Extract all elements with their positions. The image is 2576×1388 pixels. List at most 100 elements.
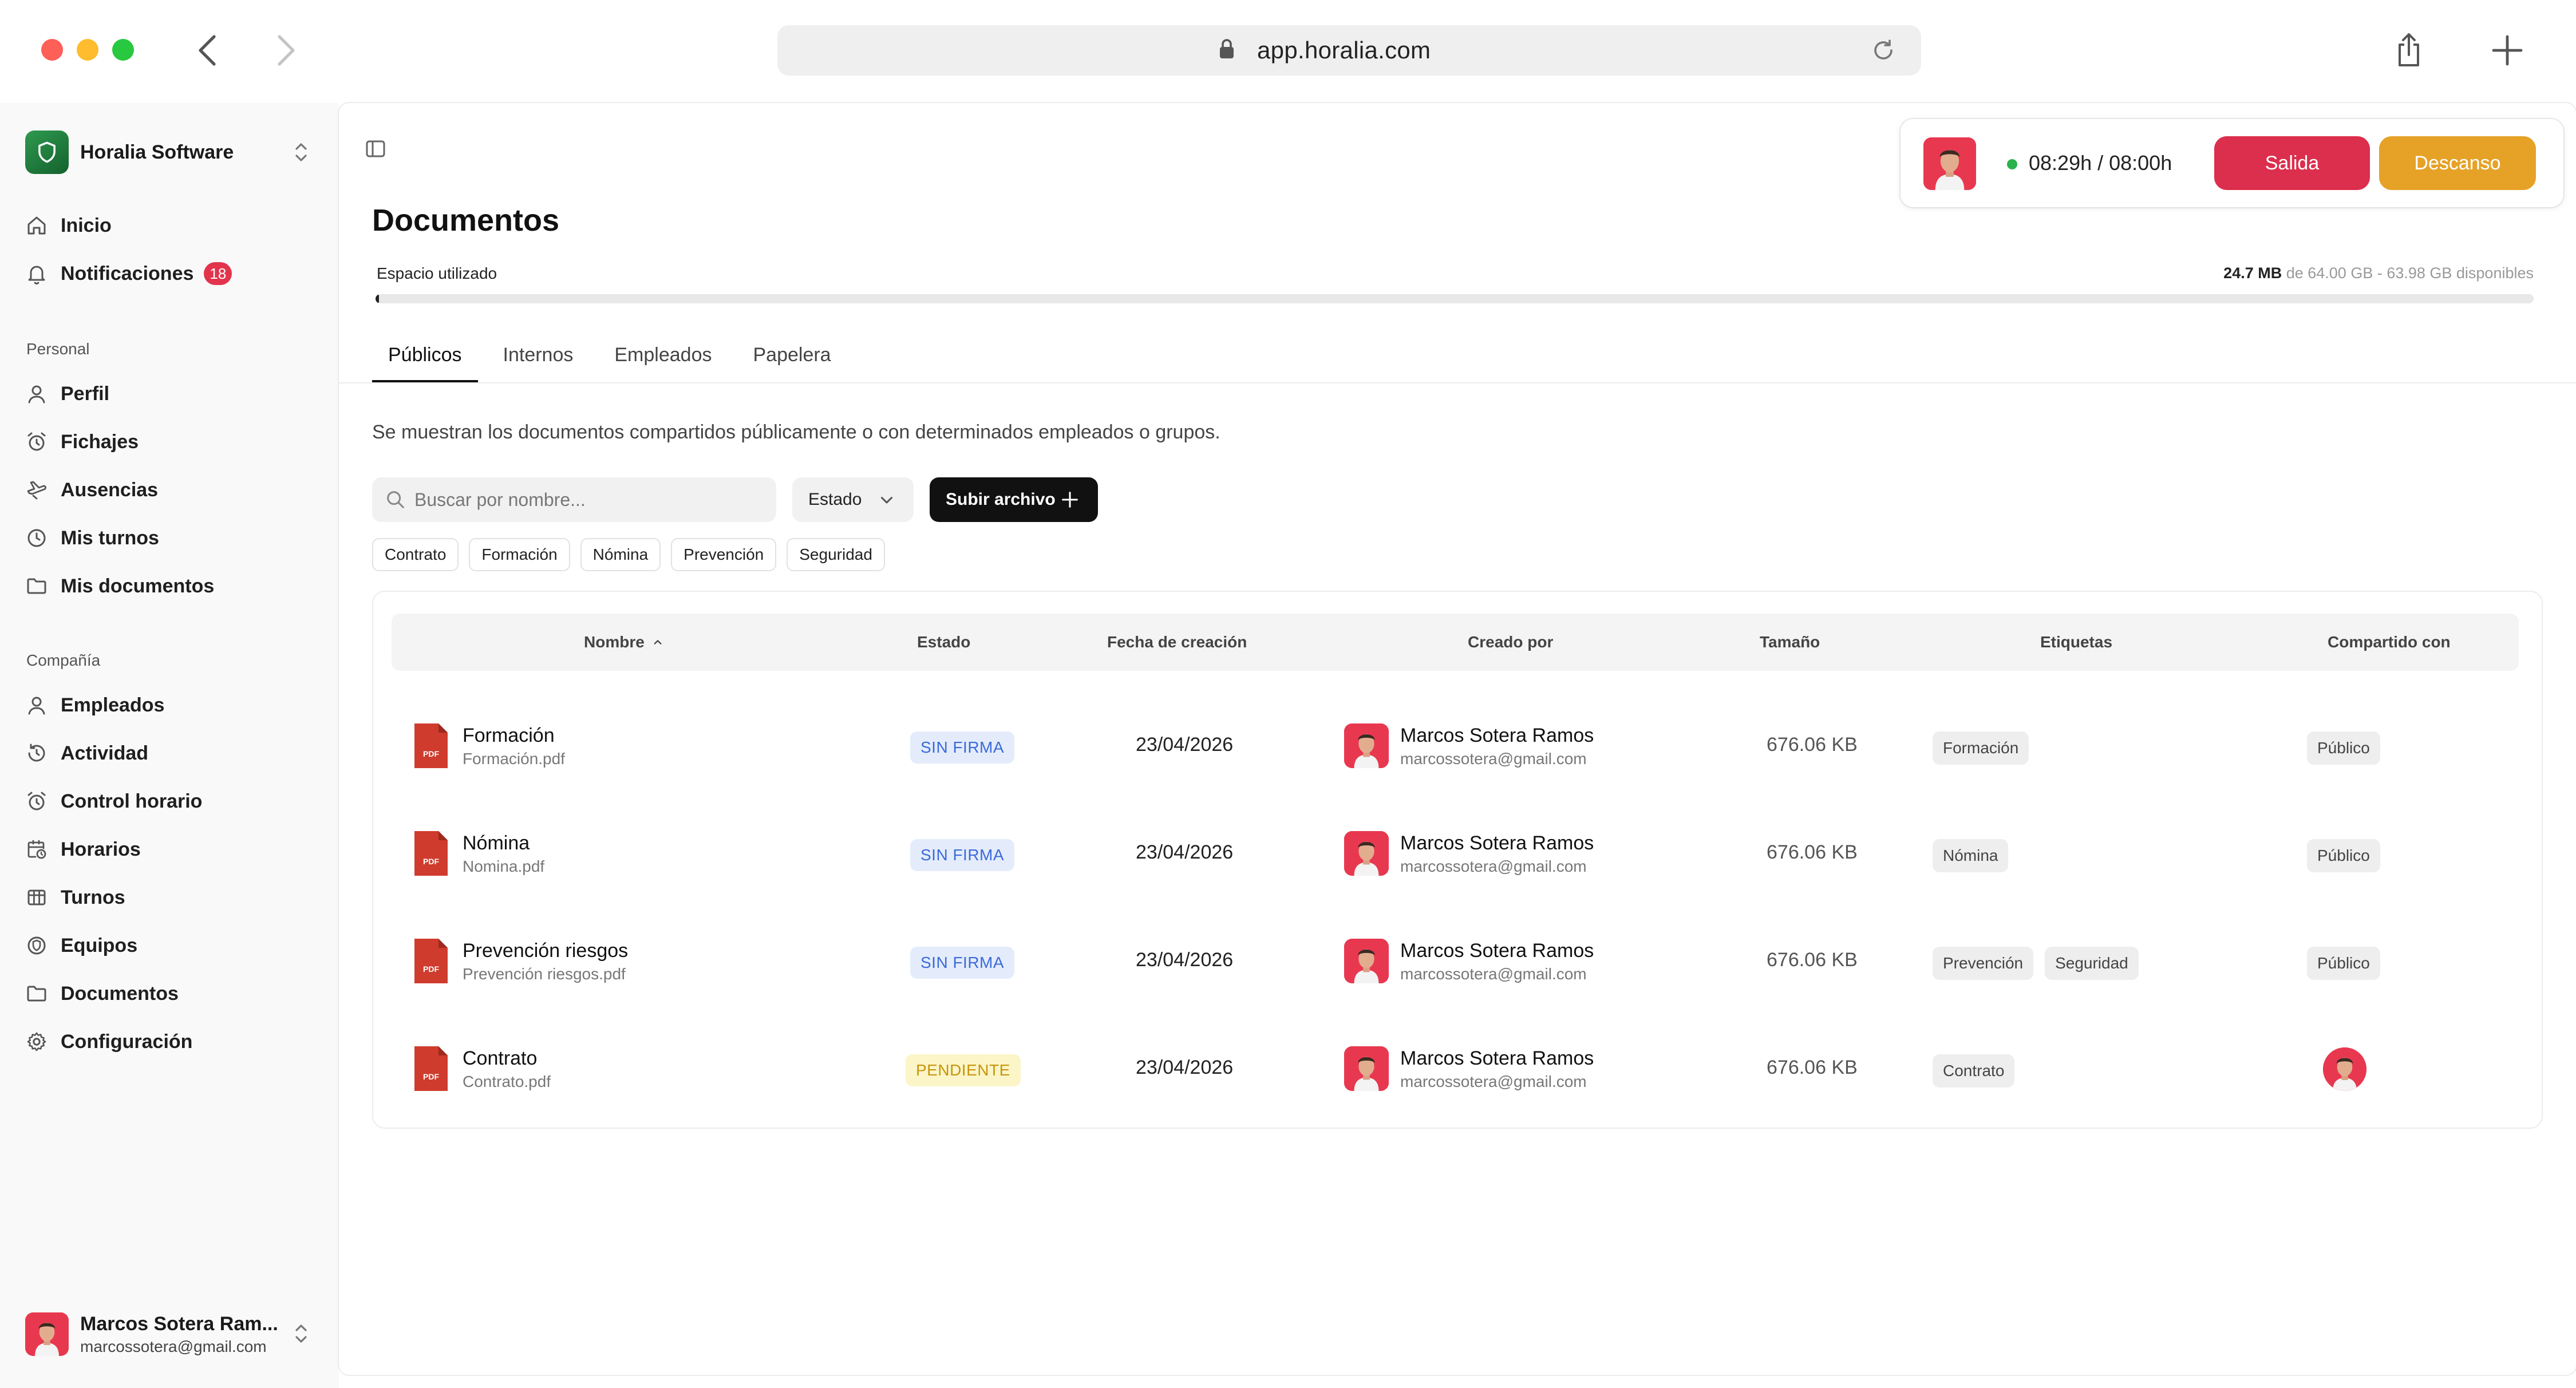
tab-empleados[interactable]: Empleados	[598, 327, 728, 382]
avatar	[1923, 137, 1976, 190]
plus-icon	[1059, 489, 1081, 511]
workspace-switcher[interactable]: Horalia Software	[25, 129, 311, 175]
shared-user-avatar[interactable]	[2323, 1047, 2366, 1091]
column-header-estado[interactable]: Estado	[917, 614, 970, 671]
share-icon[interactable]	[2395, 32, 2423, 68]
table-row[interactable]: PDF Contrato Contrato.pdf PENDIENTE 23/0…	[392, 1015, 2519, 1123]
sidebar-item-label: Perfil	[61, 382, 110, 405]
search-box[interactable]	[372, 477, 776, 522]
user-icon	[25, 382, 48, 405]
avatar	[1344, 1046, 1389, 1091]
column-header-tamano[interactable]: Tamaño	[1760, 614, 1820, 671]
sidebar-item-equipos[interactable]: Equipos	[25, 928, 311, 963]
upload-file-button[interactable]: Subir archivo	[930, 477, 1098, 522]
column-header-label: Nombre	[584, 633, 645, 651]
reload-icon[interactable]	[1871, 38, 1896, 63]
document-tags: Formación	[1933, 731, 2029, 765]
sidebar-item-configuracion[interactable]: Configuración	[25, 1025, 311, 1059]
url-text: app.horalia.com	[1257, 37, 1431, 64]
address-bar[interactable]: app.horalia.com	[777, 25, 1921, 76]
search-input[interactable]	[414, 489, 758, 511]
sidebar-item-actividad[interactable]: Actividad	[25, 736, 311, 770]
clock-out-button[interactable]: Salida	[2214, 136, 2370, 190]
column-header-nombre[interactable]: Nombre	[584, 614, 665, 671]
column-header-compartido[interactable]: Compartido con	[2328, 614, 2451, 671]
table-row[interactable]: PDF Formación Formación.pdf SIN FIRMA 23…	[392, 693, 2519, 800]
creation-date: 23/04/2026	[1136, 841, 1234, 863]
table-row[interactable]: PDF Nómina Nomina.pdf SIN FIRMA 23/04/20…	[392, 800, 2519, 908]
shared-with: Público	[2307, 839, 2380, 872]
creator-name: Marcos Sotera Ramos	[1400, 940, 1594, 962]
worked-time: 08:29h / 08:00h	[2029, 151, 2172, 175]
maximize-window-button[interactable]	[112, 39, 134, 61]
sidebar-toggle-icon[interactable]	[364, 137, 387, 160]
user-email: marcossotera@gmail.com	[80, 1337, 267, 1355]
plane-icon	[25, 479, 48, 501]
user-name: Marcos Sotera Ram...	[80, 1312, 278, 1335]
sidebar-item-mis-documentos[interactable]: Mis documentos	[25, 569, 311, 603]
shared-with-badge: Público	[2307, 839, 2380, 872]
storage-summary: 24.7 MB de 64.00 GB - 63.98 GB disponibl…	[2223, 264, 2534, 282]
close-window-button[interactable]	[41, 39, 63, 61]
tab-internos[interactable]: Internos	[487, 327, 590, 382]
filter-chip[interactable]: Prevención	[671, 538, 777, 571]
tab-description: Se muestran los documentos compartidos p…	[372, 421, 1220, 443]
tag: Formación	[1933, 731, 2029, 765]
back-arrow-icon[interactable]	[195, 33, 222, 68]
chevron-up-down-icon	[291, 1321, 311, 1346]
minimize-window-button[interactable]	[77, 39, 98, 61]
shield-icon	[25, 934, 48, 957]
column-header-etiquetas[interactable]: Etiquetas	[2040, 614, 2112, 671]
document-name[interactable]: Nómina	[463, 832, 530, 855]
user-menu[interactable]: Marcos Sotera Ram... marcossotera@gmail.…	[25, 1308, 311, 1360]
storage-progress-bar	[376, 294, 2534, 303]
sidebar-item-label: Fichajes	[61, 430, 139, 453]
documents-table: Nombre Estado Fecha de creación Creado p…	[372, 591, 2543, 1129]
filter-chip[interactable]: Contrato	[372, 538, 459, 571]
document-filename: Formación.pdf	[463, 750, 565, 768]
document-name[interactable]: Contrato	[463, 1047, 537, 1070]
tag: Nómina	[1933, 839, 2009, 872]
table-row[interactable]: PDF Prevención riesgos Prevención riesgo…	[392, 908, 2519, 1015]
sidebar-item-ausencias[interactable]: Ausencias	[25, 473, 311, 507]
sidebar-item-control-horario[interactable]: Control horario	[25, 784, 311, 818]
sidebar-item-empleados[interactable]: Empleados	[25, 688, 311, 722]
new-tab-icon[interactable]	[2491, 34, 2523, 66]
column-header-creado-por[interactable]: Creado por	[1468, 614, 1553, 671]
break-button[interactable]: Descanso	[2379, 136, 2536, 190]
alarm-clock-icon	[25, 790, 48, 813]
avatar	[1344, 831, 1389, 876]
file-size: 676.06 KB	[1767, 949, 1858, 971]
sidebar-item-horarios[interactable]: Horarios	[25, 832, 311, 867]
sidebar-item-label: Inicio	[61, 214, 112, 236]
sidebar-item-inicio[interactable]: Inicio	[25, 208, 311, 243]
sidebar-item-label: Documentos	[61, 982, 179, 1005]
users-icon	[25, 694, 48, 717]
sidebar-item-label: Control horario	[61, 790, 203, 812]
status-badge: SIN FIRMA	[910, 839, 1015, 871]
sidebar-item-label: Equipos	[61, 934, 138, 956]
sidebar-item-label: Ausencias	[61, 479, 159, 501]
section-heading-personal: Personal	[26, 340, 90, 358]
filter-chip[interactable]: Nómina	[580, 538, 661, 571]
document-name[interactable]: Prevención riesgos	[463, 940, 628, 962]
tag-filter-chips: Contrato Formación Nómina Prevención Seg…	[372, 538, 885, 571]
filter-chip[interactable]: Seguridad	[787, 538, 885, 571]
tab-papelera[interactable]: Papelera	[737, 327, 847, 382]
column-header-fecha[interactable]: Fecha de creación	[1107, 614, 1247, 671]
sidebar-item-notificaciones[interactable]: Notificaciones 18	[25, 256, 311, 291]
sidebar-item-mis-turnos[interactable]: Mis turnos	[25, 521, 311, 555]
avatar	[1344, 939, 1389, 983]
sidebar-item-fichajes[interactable]: Fichajes	[25, 425, 311, 459]
tag: Contrato	[1933, 1054, 2015, 1088]
sidebar-item-perfil[interactable]: Perfil	[25, 377, 311, 411]
sidebar-item-label: Turnos	[61, 886, 125, 908]
sidebar-item-turnos[interactable]: Turnos	[25, 880, 311, 915]
window-controls	[41, 39, 134, 61]
forward-arrow-icon[interactable]	[271, 33, 299, 68]
sidebar-item-documentos[interactable]: Documentos	[25, 976, 311, 1011]
status-filter-select[interactable]: Estado	[792, 477, 914, 522]
tab-publicos[interactable]: Públicos	[372, 327, 478, 382]
filter-chip[interactable]: Formación	[469, 538, 570, 571]
document-name[interactable]: Formación	[463, 725, 555, 747]
